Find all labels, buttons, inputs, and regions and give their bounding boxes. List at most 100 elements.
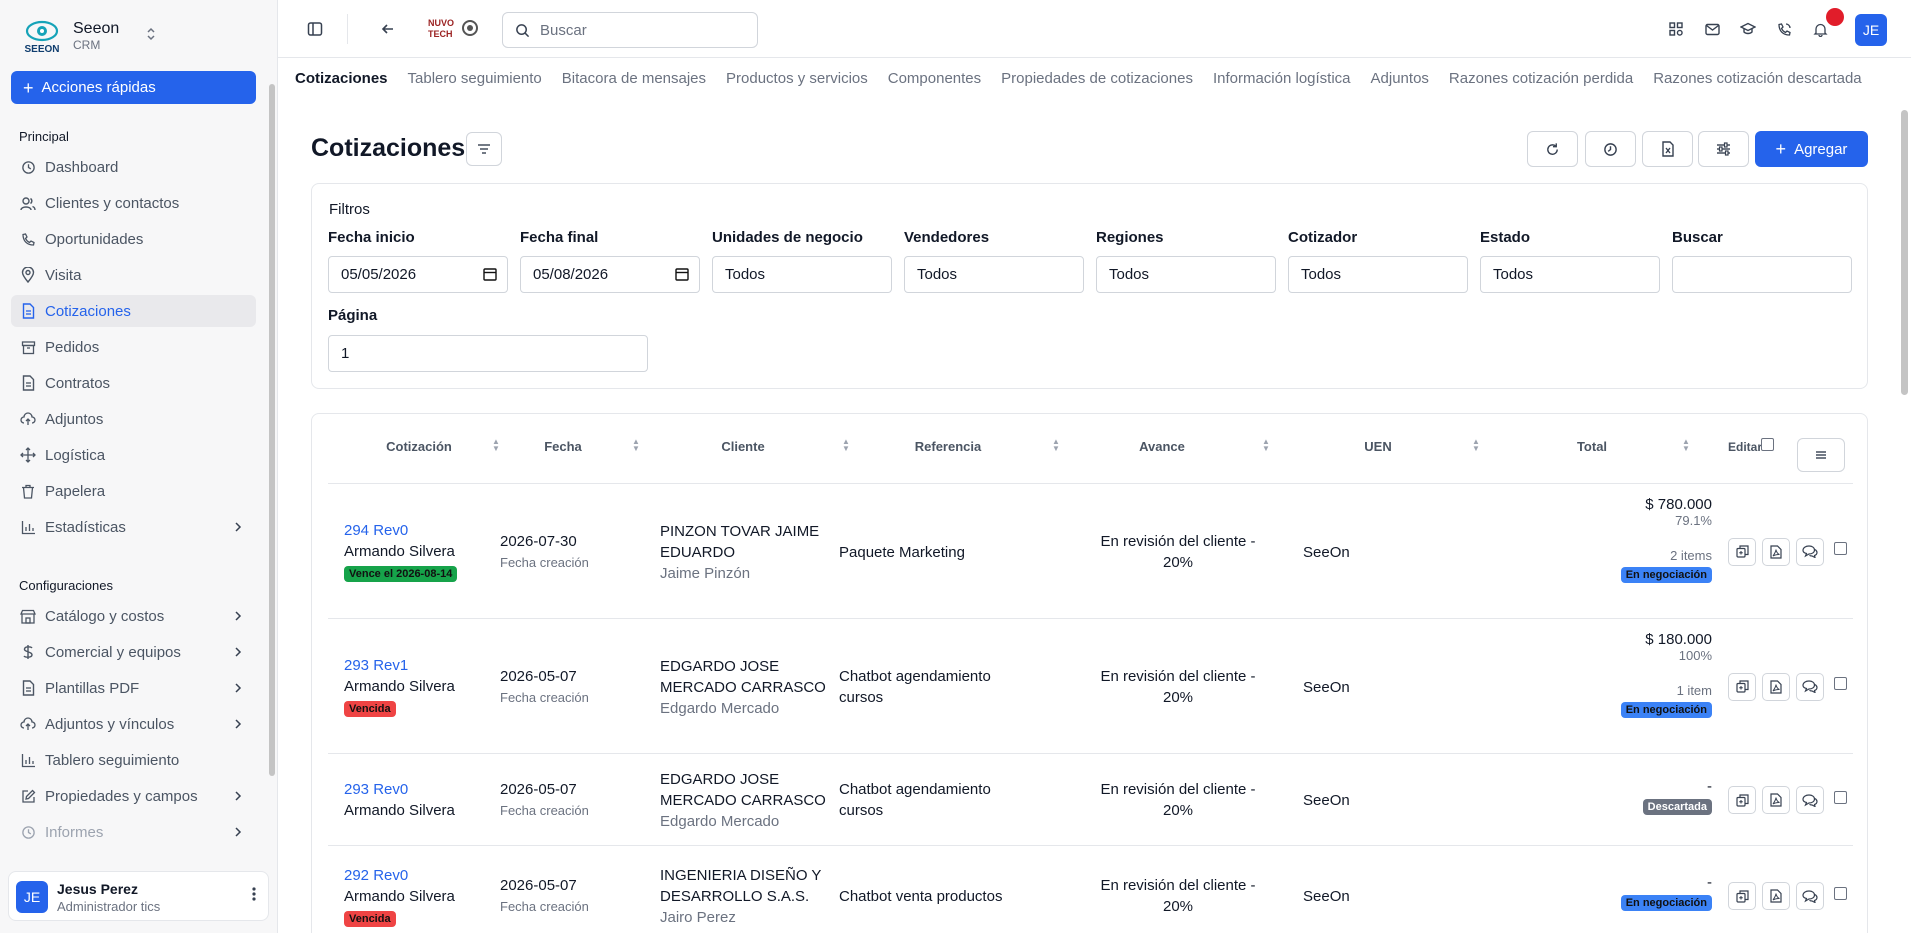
fecha-inicio-input[interactable]: 05/05/2026 xyxy=(328,256,508,293)
pagina-input[interactable]: 1 xyxy=(328,335,648,372)
col-header-1[interactable]: Fecha xyxy=(498,439,628,454)
tab-2[interactable]: Bitacora de mensajes xyxy=(562,70,706,87)
sidebar-item-clientes-y-contactos[interactable]: Clientes y contactos xyxy=(11,187,256,219)
tab-5[interactable]: Propiedades de cotizaciones xyxy=(1001,70,1193,87)
messages-button[interactable] xyxy=(1796,672,1824,701)
copy-button[interactable] xyxy=(1728,537,1756,566)
messages-button[interactable] xyxy=(1796,786,1824,814)
cotizador-select[interactable]: Todos xyxy=(1288,256,1468,293)
row-edit-checkbox[interactable] xyxy=(1834,790,1847,804)
sidebar-item-adjuntos[interactable]: Adjuntos xyxy=(11,403,256,435)
back-arrow-icon[interactable] xyxy=(376,17,400,41)
mail-icon[interactable] xyxy=(1702,19,1722,39)
file-pdf-button[interactable] xyxy=(1762,786,1790,814)
quote-link[interactable]: 294 Rev0 xyxy=(344,520,457,541)
estado-select[interactable]: Todos xyxy=(1480,256,1660,293)
sidebar-item-adjuntos-y-vinculos[interactable]: Adjuntos y vínculos xyxy=(11,708,256,740)
tab-3[interactable]: Productos y servicios xyxy=(726,70,868,87)
copy-icon xyxy=(1735,680,1749,693)
export-excel-button[interactable] xyxy=(1642,131,1693,167)
tab-0[interactable]: Cotizaciones xyxy=(295,70,388,87)
sidebar-toggle-icon[interactable] xyxy=(303,17,327,41)
copy-button[interactable] xyxy=(1728,786,1756,814)
sidebar-item-papelera[interactable]: Papelera xyxy=(11,475,256,507)
sort-icon[interactable]: ▲ ▼ xyxy=(1052,438,1060,453)
sort-icon[interactable]: ▲ ▼ xyxy=(1682,438,1690,453)
file-pdf-button[interactable] xyxy=(1762,672,1790,701)
sidebar-item-plantillas-pdf[interactable]: Plantillas PDF xyxy=(11,672,256,704)
sidebar-item-tablero-seguimiento[interactable]: Tablero seguimiento xyxy=(11,744,256,776)
sidebar-item-label: Comercial y equipos xyxy=(45,643,181,661)
messages-button[interactable] xyxy=(1796,537,1824,566)
sidebar-item-estadisticas[interactable]: Estadísticas xyxy=(11,511,256,543)
date-cell: 2026-05-07 Fecha creación xyxy=(500,666,589,708)
col-header-3[interactable]: Referencia xyxy=(848,439,1048,454)
tab-4[interactable]: Componentes xyxy=(888,70,981,87)
col-header-4[interactable]: Avance xyxy=(1062,439,1262,454)
sidebar-item-oportunidades[interactable]: Oportunidades xyxy=(11,223,256,255)
sidebar-item-cotizaciones[interactable]: Cotizaciones xyxy=(11,295,256,327)
main-scrollbar[interactable] xyxy=(1901,110,1908,395)
quote-link[interactable]: 293 Rev1 xyxy=(344,655,455,676)
apps-icon[interactable] xyxy=(1666,19,1686,39)
sidebar-item-comercial-y-equipos[interactable]: Comercial y equipos xyxy=(11,636,256,668)
refresh-button[interactable] xyxy=(1527,131,1578,167)
calendar-icon[interactable] xyxy=(675,267,689,285)
sidebar-item-pedidos[interactable]: Pedidos xyxy=(11,331,256,363)
sidebar-item-catalogo-y-costos[interactable]: Catálogo y costos xyxy=(11,600,256,632)
sidebar-item-visita[interactable]: Visita xyxy=(11,259,256,291)
sidebar-scrollbar[interactable] xyxy=(269,84,275,776)
tab-8[interactable]: Razones cotización perdida xyxy=(1449,70,1633,87)
tab-6[interactable]: Información logística xyxy=(1213,70,1351,87)
col-header-6[interactable]: Total xyxy=(1492,439,1692,454)
tab-7[interactable]: Adjuntos xyxy=(1371,70,1429,87)
unidades-select[interactable]: Todos xyxy=(712,256,892,293)
quote-link[interactable]: 293 Rev0 xyxy=(344,779,455,800)
col-header-5[interactable]: UEN xyxy=(1278,439,1478,454)
search-input[interactable]: Buscar xyxy=(502,12,758,48)
calendar-icon[interactable] xyxy=(483,267,497,285)
sidebar-item-propiedades-y-campos[interactable]: Propiedades y campos xyxy=(11,780,256,812)
sidebar-item-logistica[interactable]: Logística xyxy=(11,439,256,471)
quote-link[interactable]: 292 Rev0 xyxy=(344,865,455,886)
reference-line-1: Chatbot agendamiento xyxy=(839,781,991,798)
filter-toggle-button[interactable] xyxy=(466,132,502,166)
top-avatar[interactable]: JE xyxy=(1855,14,1887,46)
file-pdf-button[interactable] xyxy=(1762,882,1790,910)
copy-button[interactable] xyxy=(1728,882,1756,910)
tab-1[interactable]: Tablero seguimiento xyxy=(408,70,542,87)
sidebar-item-contratos[interactable]: Contratos xyxy=(11,367,256,399)
row-edit-checkbox[interactable] xyxy=(1834,886,1847,900)
fecha-final-input[interactable]: 05/08/2026 xyxy=(520,256,700,293)
history-button[interactable] xyxy=(1585,131,1636,167)
phone-call-icon[interactable] xyxy=(1774,19,1794,39)
buscar-input[interactable] xyxy=(1672,256,1852,293)
chevron-up-down-icon[interactable] xyxy=(146,26,156,43)
regiones-select[interactable]: Todos xyxy=(1096,256,1276,293)
sort-icon[interactable]: ▲ ▼ xyxy=(632,438,640,453)
edit-all-checkbox[interactable] xyxy=(1761,438,1774,451)
messages-button[interactable] xyxy=(1796,882,1824,910)
sort-icon[interactable]: ▲ ▼ xyxy=(1472,438,1480,453)
row-edit-checkbox[interactable] xyxy=(1834,677,1847,690)
brand[interactable]: SEEON Seeon CRM xyxy=(20,16,155,56)
sidebar-item-informes[interactable]: Informes xyxy=(11,816,256,848)
progress-line-1: En revisión del cliente - xyxy=(1100,877,1256,894)
sidebar-item-dashboard[interactable]: Dashboard xyxy=(11,151,256,183)
file-pdf-button[interactable] xyxy=(1762,537,1790,566)
col-header-0[interactable]: Cotización xyxy=(344,439,494,454)
settings-sliders-button[interactable] xyxy=(1698,131,1749,167)
col-header-2[interactable]: Cliente xyxy=(658,439,828,454)
vendedores-select[interactable]: Todos xyxy=(904,256,1084,293)
add-button[interactable]: + Agregar xyxy=(1755,131,1868,167)
client-name-2: EDUARDO xyxy=(660,543,736,561)
more-vertical-icon[interactable] xyxy=(252,886,256,906)
column-menu-button[interactable] xyxy=(1797,438,1845,472)
copy-button[interactable] xyxy=(1728,672,1756,701)
row-edit-checkbox[interactable] xyxy=(1834,542,1847,555)
user-card[interactable]: JE Jesus Perez Administrador tics xyxy=(8,871,269,921)
sort-icon[interactable]: ▲ ▼ xyxy=(1262,438,1270,453)
quick-actions-button[interactable]: + Acciones rápidas xyxy=(11,71,256,104)
graduation-cap-icon[interactable] xyxy=(1738,19,1758,39)
tab-9[interactable]: Razones cotización descartada xyxy=(1653,70,1861,87)
